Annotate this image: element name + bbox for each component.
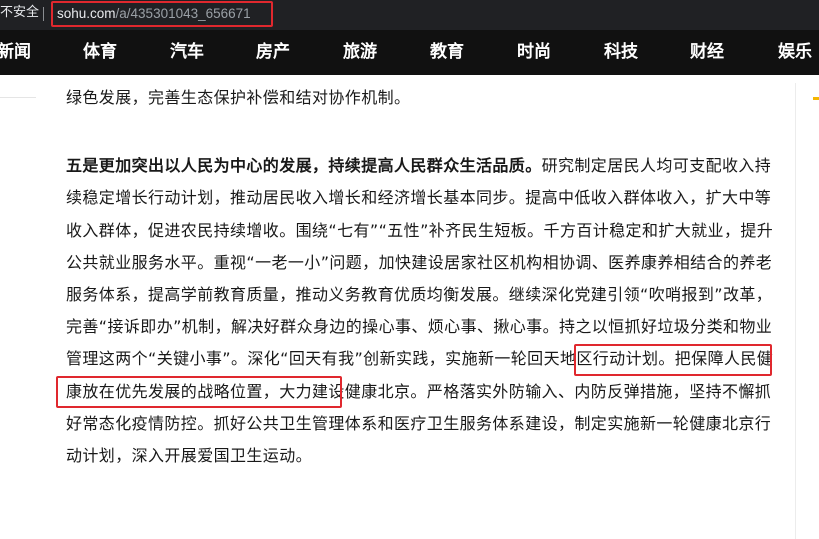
nav-item-real-estate[interactable]: 房产 [256,30,290,75]
left-divider [0,97,36,98]
nav-item-auto[interactable]: 汽车 [170,30,204,75]
nav-item-news[interactable]: 新闻 [0,30,31,75]
security-status-label[interactable]: 不安全 [0,5,39,21]
url-field[interactable]: sohu.com/a/435301043_656671 [51,1,273,27]
nav-item-tech[interactable]: 科技 [604,30,638,75]
right-accent-bar [813,97,819,100]
site-nav-bar: 新闻 体育 汽车 房产 旅游 教育 时尚 科技 财经 娱乐 [0,30,819,75]
url-domain: sohu.com [57,6,116,21]
browser-address-bar: 不安全 sohu.com/a/435301043_656671 [0,0,819,30]
highlight-box-line-1 [574,344,772,376]
nav-item-entertainment[interactable]: 娱乐 [778,30,812,75]
nav-item-education[interactable]: 教育 [430,30,464,75]
nav-item-travel[interactable]: 旅游 [343,30,377,75]
nav-item-sports[interactable]: 体育 [83,30,117,75]
right-sidebar-divider [795,83,796,539]
highlight-box-line-2 [56,376,342,408]
article-paragraph-people: 五是更加突出以人民为中心的发展，持续提高人民群众生活品质。研究制定居民人均可支配… [66,150,786,472]
article-paragraph: 绿色发展，完善生态保护补偿和结对协作机制。 [66,88,411,107]
nav-item-finance[interactable]: 财经 [690,30,724,75]
url-path: /a/435301043_656671 [115,6,251,21]
paragraph-lead-heading: 五是更加突出以人民为中心的发展，持续提高人民群众生活品质。 [66,156,542,176]
article-body: 绿色发展，完善生态保护补偿和结对协作机制。 五是更加突出以人民为中心的发展，持续… [66,82,786,472]
address-bar-divider [43,7,44,21]
nav-item-fashion[interactable]: 时尚 [517,30,551,75]
paragraph-text: 研究制定居民人均可支配收入持续稳定增长行动计划，推动居民收入增长和经济增长基本同… [66,156,774,369]
url-text: sohu.com/a/435301043_656671 [57,5,251,23]
